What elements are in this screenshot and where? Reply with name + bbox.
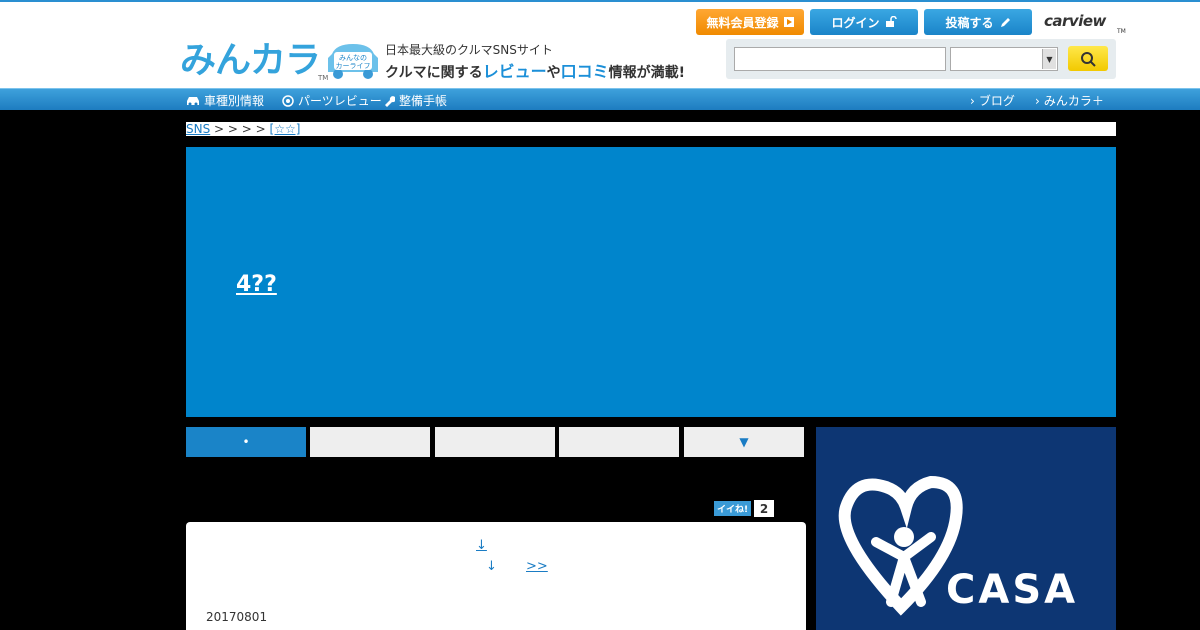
login-button[interactable]: ログイン [810,9,918,35]
search-area: ▼ [726,39,1116,79]
search-input[interactable] [734,47,946,71]
nav-parts-review[interactable]: パーツレビュー [282,92,382,109]
unlock-icon [885,16,897,27]
nav-car-info-label: 車種別情報 [204,94,265,108]
carlife-line1: みんなの [339,54,367,62]
register-label: 無料会員登録 [706,15,779,30]
car-icon [187,96,199,105]
breadcrumb-root[interactable]: SNS [186,122,210,136]
carlife-car-icon: みんなの カーライフ [328,44,378,79]
ad-brand: CASA [946,567,1079,613]
tagline-2: クルマに関するレビューや口コミ情報が満載! [385,62,686,81]
play-icon [783,17,794,27]
tab-4[interactable] [559,427,679,457]
search-category-select[interactable]: ▼ [950,47,1058,71]
minkara-logo[interactable]: みんカラ TM [180,40,328,82]
logo-text: みんカラ [180,40,321,81]
advertisement[interactable]: ® CASA [816,427,1116,630]
nav-parts-review-label: パーツレビュー [298,94,382,108]
tab-1[interactable]: • [186,427,306,457]
carlife-line2: カーライフ [336,62,371,70]
ad-registered-mark: ® [926,572,935,582]
main-nav: 車種別情報 パーツレビュー 整備手帳 › ブログ › みんカラ＋ [0,88,1200,110]
carview-tm: TM [1117,28,1126,35]
blog-hero: 4?? [186,147,1116,417]
iine-widget[interactable]: イイね! 2 [714,500,775,517]
tab-more[interactable]: ▼ [684,427,804,457]
wrench-icon [385,95,395,107]
site-header: みんカラ TM みんなの カーライフ 日本最大級のクルマSNSサイト クルマに関… [0,2,1200,88]
breadcrumb-separators: > > > > [214,122,266,136]
post-label: 投稿する [945,15,994,30]
iine-count: 2 [754,500,775,517]
nav-minkara-plus[interactable]: › みんカラ＋ [1035,92,1104,109]
chevron-right-icon: › [970,93,975,108]
nav-blog[interactable]: › ブログ [970,92,1015,109]
pen-icon [1000,18,1010,27]
iine-badge: イイね! [714,501,752,516]
nav-minkara-plus-label: みんカラ＋ [1043,94,1104,108]
next-link[interactable]: >> [526,559,548,574]
post-date: 20170801 [206,610,268,624]
login-label: ログイン [831,15,880,30]
search-icon [1081,51,1096,67]
gear-icon [282,94,294,107]
blog-tabs: • ▼ [186,427,804,457]
nav-maintenance-label: 整備手帳 [399,94,448,108]
tab-2[interactable] [310,427,430,457]
nav-blog-label: ブログ [978,94,1015,108]
tagline-1: 日本最大級のクルマSNSサイト [385,43,553,57]
blog-title[interactable]: 4?? [236,272,277,297]
breadcrumb-current[interactable]: [☆☆] [270,122,301,136]
chevron-right-icon: › [1035,93,1040,108]
post-button[interactable]: 投稿する [924,9,1032,35]
chevron-down-icon: ▼ [1042,49,1056,69]
nav-maintenance[interactable]: 整備手帳 [383,92,447,109]
register-button[interactable]: 無料会員登録 [696,9,804,35]
nav-car-info[interactable]: 車種別情報 [186,92,264,109]
carview-logo[interactable]: carview [1044,12,1106,30]
tab-3[interactable] [435,427,555,457]
down-link[interactable]: ↓ [486,559,497,574]
blog-content: ↓ ↓ >> 20170801 [186,522,806,630]
search-button[interactable] [1068,46,1108,71]
prev-link[interactable]: ↓ [476,538,487,553]
breadcrumb: SNS > > > > [☆☆] [186,122,1116,136]
